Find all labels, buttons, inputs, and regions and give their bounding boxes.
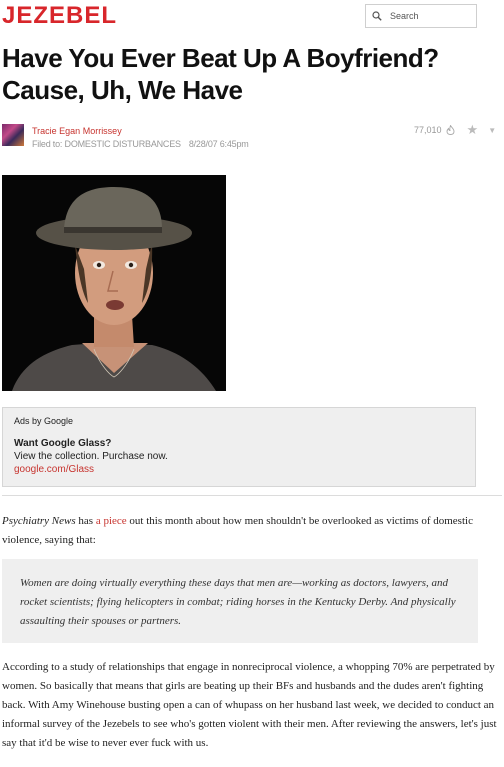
flame-icon bbox=[446, 125, 454, 135]
filed-to-label: Filed to: bbox=[32, 139, 65, 149]
piece-link[interactable]: a piece bbox=[96, 515, 127, 527]
view-count: 77,010 bbox=[414, 125, 442, 135]
ad-url-link[interactable]: google.com/Glass bbox=[14, 464, 94, 475]
filed-to-line: Filed to: DOMESTIC DISTURBANCES 8/28/07 6… bbox=[32, 139, 249, 149]
divider bbox=[2, 495, 502, 496]
author-name-link[interactable]: Tracie Egan Morrissey bbox=[32, 126, 122, 136]
paragraph-intro-text-a: has bbox=[75, 515, 96, 527]
search-input[interactable] bbox=[390, 11, 470, 21]
ad-description: View the collection. Purchase now. bbox=[14, 451, 168, 462]
post-stats: 77,010 ★ ▼ bbox=[414, 123, 496, 136]
category-link[interactable]: DOMESTIC DISTURBANCES bbox=[65, 139, 182, 149]
ads-by-google-label[interactable]: Ads by Google bbox=[14, 416, 73, 426]
jezebel-logo[interactable]: JEZEBEL bbox=[2, 2, 117, 30]
google-ad[interactable]: Ads by Google Want Google Glass? View th… bbox=[2, 407, 476, 487]
article-title: Have You Ever Beat Up A Boyfriend? Cause… bbox=[2, 43, 439, 105]
ad-title[interactable]: Want Google Glass? bbox=[14, 438, 111, 449]
search-box[interactable] bbox=[365, 4, 477, 28]
article-photo bbox=[2, 175, 226, 391]
blockquote: Women are doing virtually everything the… bbox=[2, 559, 478, 643]
post-date[interactable]: 8/28/07 6:45pm bbox=[189, 139, 249, 149]
author-avatar[interactable] bbox=[2, 124, 24, 146]
source-name: Psychiatry News bbox=[2, 515, 76, 527]
chevron-down-icon[interactable]: ▼ bbox=[488, 126, 496, 135]
paragraph-intro: Psychiatry News has a piece out this mon… bbox=[2, 512, 500, 550]
star-icon[interactable]: ★ bbox=[467, 123, 479, 136]
search-icon bbox=[372, 11, 382, 21]
paragraph-body: According to a study of relationships th… bbox=[2, 661, 497, 749]
